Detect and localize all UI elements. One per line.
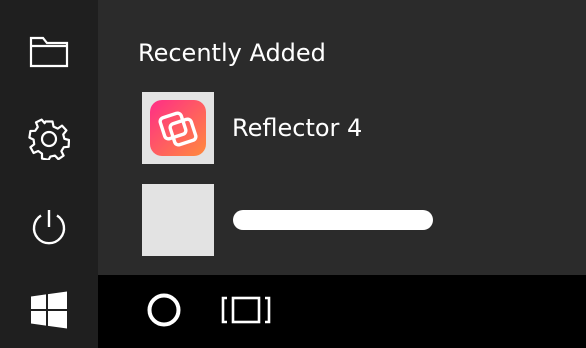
- start-menu-screen: Recently Added Reflector 4: [0, 0, 586, 348]
- documents-button[interactable]: [0, 8, 98, 94]
- task-view-icon: [221, 295, 271, 329]
- task-view-button[interactable]: [214, 275, 278, 348]
- app-label-placeholder-bar: [233, 210, 433, 230]
- start-button[interactable]: [0, 275, 98, 348]
- gear-icon: [28, 118, 70, 160]
- power-button[interactable]: [0, 184, 98, 270]
- folder-icon: [29, 34, 69, 68]
- cortana-circle-icon: [146, 292, 182, 332]
- recently-added-heading: Recently Added: [138, 39, 326, 67]
- taskbar: [0, 275, 586, 348]
- app-item-redacted[interactable]: [142, 184, 562, 256]
- windows-logo-icon: [29, 290, 69, 334]
- start-menu-list: Recently Added Reflector 4: [98, 0, 586, 275]
- app-tile: [142, 92, 214, 164]
- placeholder-tile: [142, 184, 214, 256]
- search-button[interactable]: [136, 275, 192, 348]
- reflector-icon: [142, 100, 214, 168]
- app-item-reflector-4[interactable]: Reflector 4: [142, 92, 562, 164]
- settings-button[interactable]: [0, 96, 98, 182]
- app-label: Reflector 4: [232, 114, 363, 142]
- start-menu-rail: [0, 0, 98, 275]
- power-icon: [30, 207, 68, 247]
